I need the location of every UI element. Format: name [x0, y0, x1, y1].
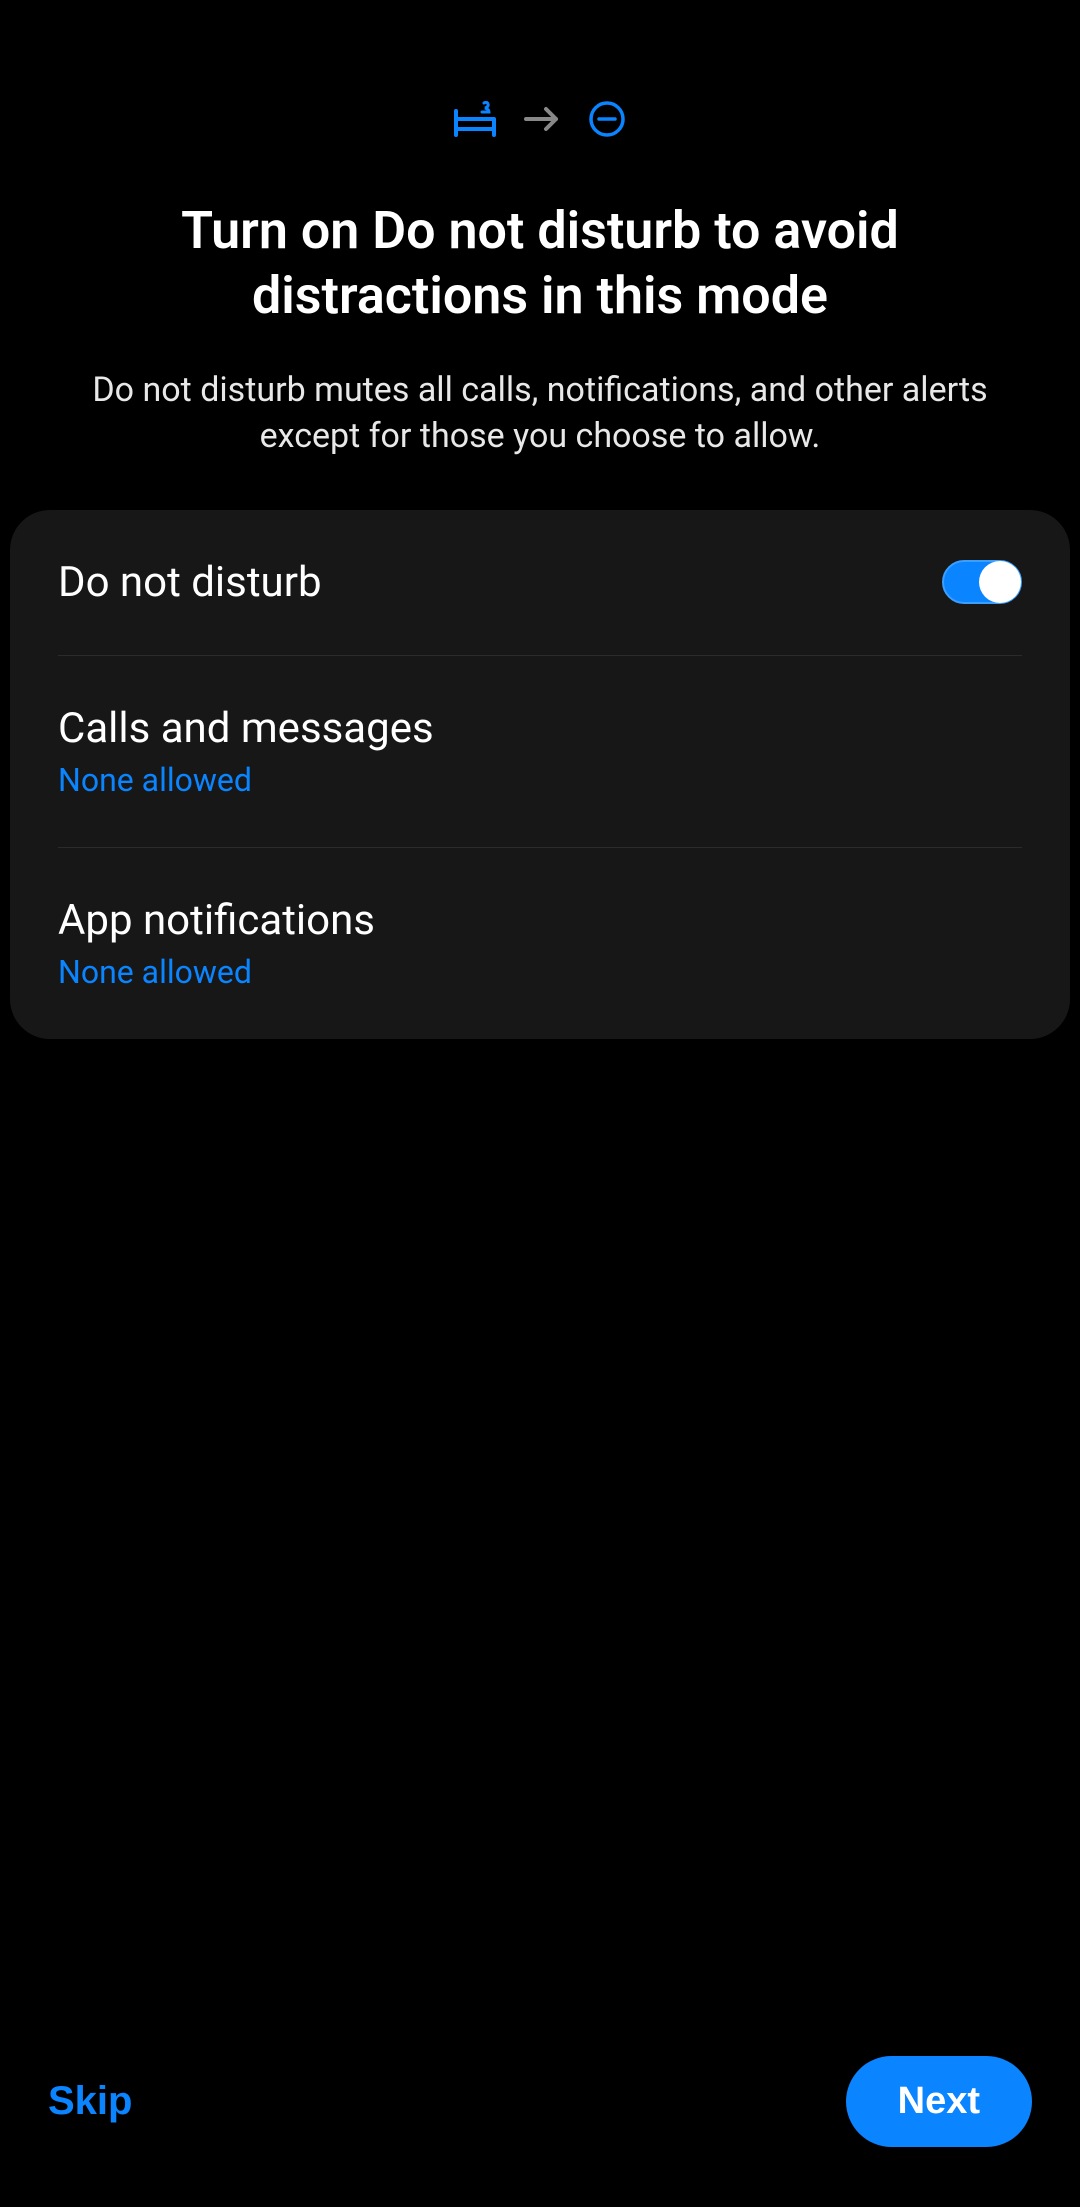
calls-value: None allowed [58, 761, 434, 799]
next-button[interactable]: Next [846, 2056, 1032, 2147]
page-subtitle: Do not disturb mutes all calls, notifica… [0, 368, 1080, 460]
skip-button[interactable]: Skip [48, 2079, 132, 2124]
arrow-right-icon [524, 105, 560, 133]
calls-messages-row[interactable]: Calls and messages None allowed [58, 656, 1022, 848]
footer: Skip Next [0, 2056, 1080, 2147]
apps-value: None allowed [58, 953, 375, 991]
settings-card: Do not disturb Calls and messages None a… [10, 510, 1070, 1039]
apps-label: App notifications [58, 896, 375, 945]
toggle-knob [979, 561, 1021, 603]
bed-sleep-icon [454, 101, 496, 137]
page-title: Turn on Do not disturb to avoid distract… [0, 198, 1080, 328]
calls-label: Calls and messages [58, 704, 434, 753]
dnd-label: Do not disturb [58, 558, 322, 607]
do-not-disturb-icon [588, 100, 626, 138]
dnd-toggle-row[interactable]: Do not disturb [58, 510, 1022, 656]
dnd-toggle[interactable] [942, 560, 1022, 604]
app-notifications-row[interactable]: App notifications None allowed [58, 848, 1022, 1039]
wizard-step-icons [0, 0, 1080, 198]
